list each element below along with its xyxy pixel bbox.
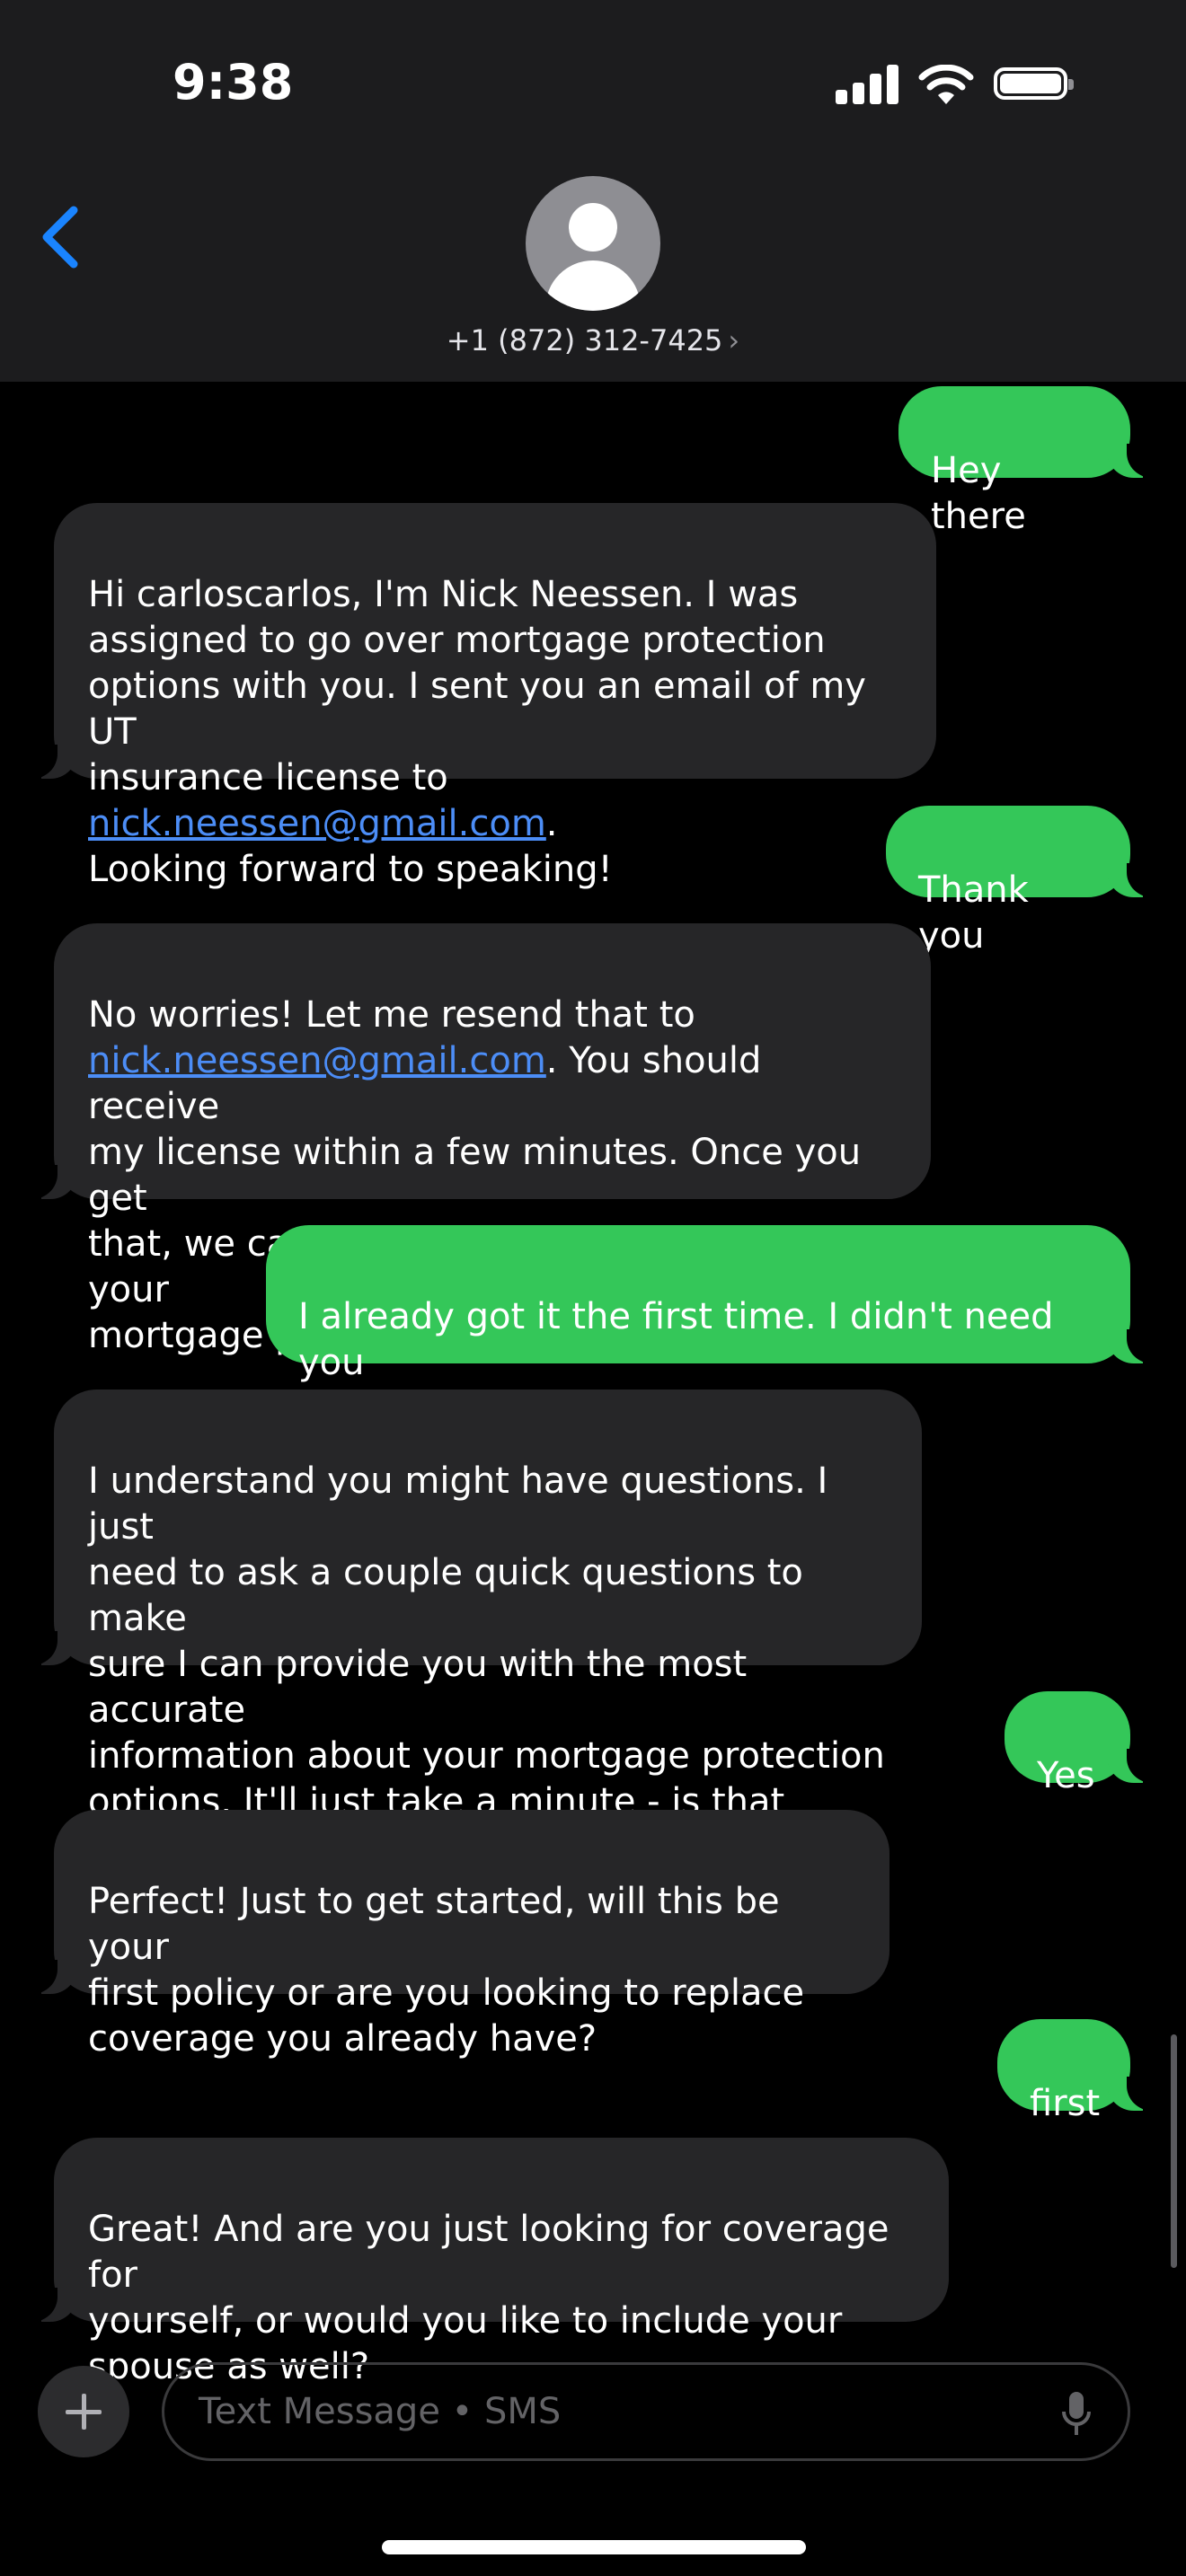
cellular-signal-icon [836, 63, 898, 104]
incoming-message[interactable]: Hi carloscarlos, I'm Nick Neessen. I was… [25, 503, 936, 890]
email-link[interactable]: nick.neessen@gmail.com [88, 1040, 546, 1081]
message-input-placeholder: Text Message • SMS [199, 2391, 562, 2432]
message-text: Hi carloscarlos, I'm Nick Neessen. I was… [88, 574, 866, 798]
conversation-header: 9:38 +1 (872) 312-7425 › [0, 0, 1186, 382]
contact-phone-text: +1 (872) 312-7425 [446, 323, 723, 357]
message-text: No worries! Let me resend that to [88, 994, 695, 1036]
wifi-icon [918, 65, 974, 104]
contact-avatar[interactable] [526, 176, 660, 311]
message-text: first [1030, 2083, 1101, 2124]
incoming-message[interactable]: No worries! Let me resend that to nick.n… [25, 923, 931, 1356]
message-input[interactable]: Text Message • SMS [162, 2362, 1130, 2461]
chevron-right-icon: › [728, 323, 740, 357]
message-text: Yes [1037, 1755, 1095, 1796]
email-link[interactable]: nick.neessen@gmail.com [88, 803, 546, 844]
message-text: Great! And are you just looking for cove… [88, 2209, 890, 2387]
message-text: Perfect! Just to get started, will this … [88, 1881, 805, 2060]
outgoing-message[interactable]: I already got it the first time. I didn'… [266, 1225, 1159, 1429]
plus-icon[interactable] [38, 2366, 129, 2457]
outgoing-message[interactable]: Yes [1005, 1691, 1159, 1796]
incoming-message[interactable]: Perfect! Just to get started, will this … [25, 1810, 890, 2060]
back-button[interactable] [38, 205, 83, 269]
battery-icon [994, 67, 1074, 100]
home-indicator[interactable] [382, 2540, 806, 2554]
outgoing-message[interactable]: first [997, 2019, 1159, 2124]
message-text: Thank you [918, 869, 1029, 957]
outgoing-message[interactable]: Hey there [898, 386, 1159, 537]
message-text: Hey there [931, 450, 1026, 537]
scrollbar[interactable] [1171, 2034, 1177, 2268]
contact-phone-number[interactable]: +1 (872) 312-7425 › [0, 323, 1186, 357]
microphone-icon[interactable] [1061, 2390, 1092, 2439]
status-time: 9:38 [173, 54, 294, 110]
message-text: I understand you might have questions. I… [88, 1460, 885, 1868]
outgoing-message[interactable]: Thank you [886, 806, 1159, 957]
incoming-message[interactable]: Great! And are you just looking for cove… [25, 2138, 949, 2387]
incoming-message[interactable]: I understand you might have questions. I… [25, 1389, 922, 1868]
